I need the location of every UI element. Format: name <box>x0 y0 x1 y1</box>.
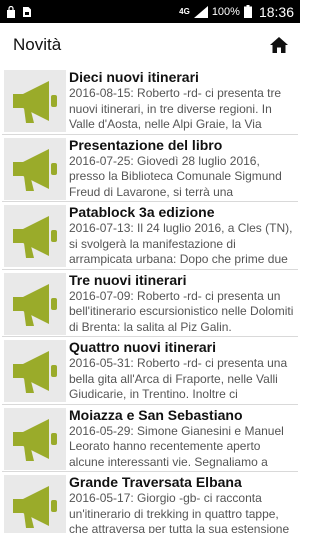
battery-icon <box>243 5 252 18</box>
megaphone-icon <box>13 486 57 528</box>
news-thumbnail <box>4 137 66 200</box>
news-excerpt: 2016-05-17: Giorgio -gb- ci racconta un'… <box>69 491 290 533</box>
news-title: Quattro nuovi itinerari <box>69 339 217 355</box>
news-excerpt: 2016-07-25: Giovedì 28 luglio 2016, pres… <box>69 153 282 199</box>
news-excerpt: 2016-05-31: Roberto -rd- ci presenta una… <box>69 356 288 401</box>
news-thumbnail <box>4 272 66 335</box>
news-item[interactable]: Presentazione del libro 2016-07-25: Giov… <box>2 134 298 202</box>
news-list: Dieci nuovi itinerari 2016-08-15: Robert… <box>0 67 300 533</box>
news-thumbnail <box>4 70 66 132</box>
news-item[interactable]: Patablock 3a edizione 2016-07-13: Il 24 … <box>2 202 298 270</box>
clock: 18:36 <box>258 3 294 20</box>
news-excerpt: 2016-05-29: Simone Gianesini e Manuel Le… <box>69 423 284 469</box>
megaphone-icon <box>13 418 57 461</box>
news-title: Tre nuovi itinerari <box>69 271 187 288</box>
home-button[interactable] <box>268 34 290 56</box>
news-thumbnail <box>4 205 66 267</box>
news-item[interactable]: Dieci nuovi itinerari 2016-08-15: Robert… <box>2 67 298 135</box>
news-title: Presentazione del libro <box>69 136 223 153</box>
news-item[interactable]: Tre nuovi itinerari 2016-07-09: Roberto … <box>2 269 298 337</box>
page-title: Novità <box>13 35 62 54</box>
news-title: Grande Traversata Elbana <box>69 474 242 490</box>
megaphone-icon <box>13 216 57 258</box>
sim-card-icon <box>23 6 31 17</box>
news-item[interactable]: Moiazza e San Sebastiano 2016-05-29: Sim… <box>2 404 298 472</box>
news-title: Patablock 3a edizione <box>69 204 215 220</box>
status-system: 4G 100% 18:36 <box>179 4 294 20</box>
megaphone-icon <box>13 351 57 393</box>
home-icon <box>270 37 288 53</box>
news-thumbnail <box>4 475 66 533</box>
news-excerpt: 2016-07-13: Il 24 luglio 2016, a Cles (T… <box>69 221 293 266</box>
news-thumbnail <box>4 340 66 402</box>
news-item[interactable]: Quattro nuovi itinerari 2016-05-31: Robe… <box>2 337 298 405</box>
status-bar: 4G 100% 18:36 <box>0 0 300 23</box>
shopping-bag-icon <box>7 5 15 18</box>
news-title: Dieci nuovi itinerari <box>69 69 199 85</box>
news-thumbnail <box>4 407 66 470</box>
network-type: 4G <box>179 6 190 16</box>
news-title: Moiazza e San Sebastiano <box>69 406 243 423</box>
app-bar: Novità <box>0 23 300 67</box>
battery-percent: 100% <box>211 5 240 18</box>
megaphone-icon <box>13 148 57 191</box>
news-item[interactable]: Grande Traversata Elbana 2016-05-17: Gio… <box>2 472 298 533</box>
signal-icon <box>193 5 208 18</box>
megaphone-icon <box>13 81 57 123</box>
news-excerpt: 2016-08-15: Roberto -rd- ci presenta tre… <box>69 86 282 131</box>
status-notifications <box>6 5 32 18</box>
news-excerpt: 2016-07-09: Roberto -rd- ci presenta un … <box>69 288 294 334</box>
megaphone-icon <box>13 283 57 326</box>
